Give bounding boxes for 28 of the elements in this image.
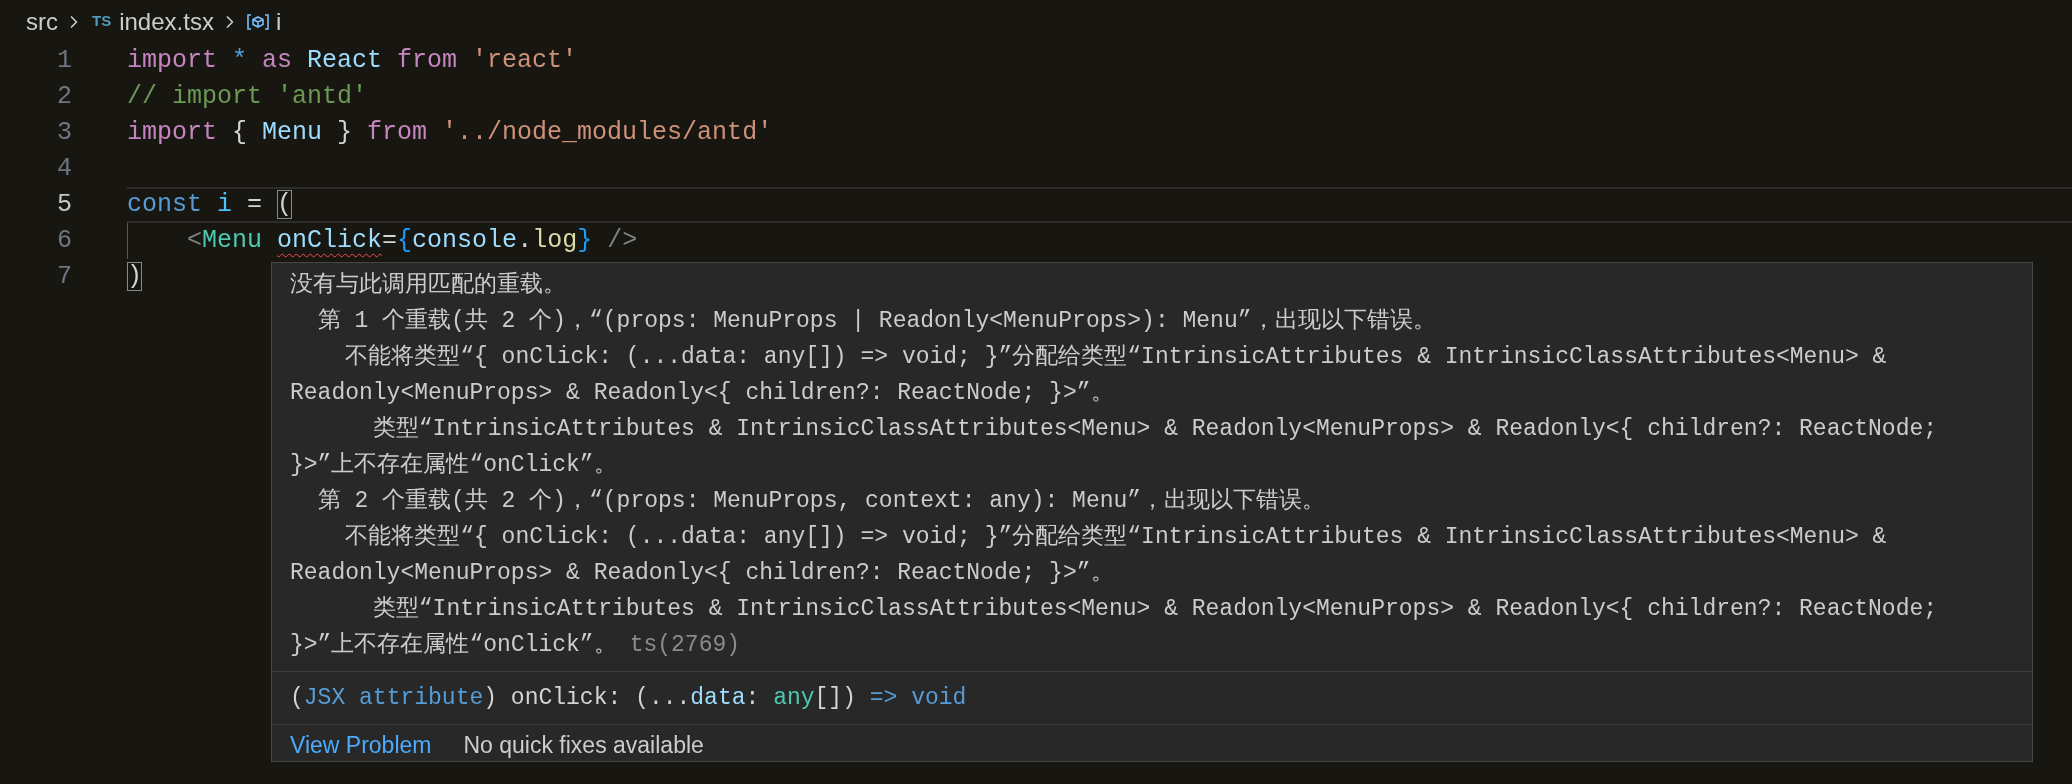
line-number: 4 [56,153,72,186]
line-number: 2 [56,81,72,114]
code-line: // import 'antd' [127,81,368,113]
no-quick-fixes-label: No quick fixes available [463,731,704,761]
error-message: 第 1 个重载(共 2 个)，“(props: MenuProps | Readonly<MenuProps>): Menu”，出现以下错误。 [317,308,1436,334]
code-line: <Menu onClick={console.log} /> [187,225,638,257]
error-message: 类型“IntrinsicAttributes & IntrinsicClassAttributes<Menu> & Readonly<MenuProps> & Readonly<{ children?: ReactNode; }>”上不存在属性“onClick”。 ts(2769) [290,595,1939,660]
line-number: 1 [56,45,72,78]
line-number: 6 [56,225,72,258]
code-line: ) [127,261,142,293]
typescript-file-icon: TS [90,10,114,33]
error-message: 不能将类型“{ onClick: (...data: any[]) => void; }”分配给类型“IntrinsicAttributes & IntrinsicClassAttributes<Menu> & Readonly<MenuProps> & Readonly<{ children?: ReactNode; }>”。 [290,344,1888,406]
view-problem-link[interactable]: View Problem [290,728,432,763]
code-line: const i = ( [127,189,293,221]
error-message: 第 2 个重载(共 2 个)，“(props: MenuProps, context: any): Menu”，出现以下错误。 [317,488,1326,514]
breadcrumb-symbol[interactable]: i [275,3,282,40]
code-line: import * as React from 'react' [127,45,578,77]
line-number: 7 [56,261,72,294]
variable-symbol-icon [245,11,270,32]
line-number: 5 [56,189,72,222]
error-message: 不能将类型“{ onClick: (...data: any[]) => void; }”分配给类型“IntrinsicAttributes & IntrinsicClassAttributes<Menu> & Readonly<MenuProps> & Readonly<{ children?: ReactNode; }>”。 [290,524,1888,586]
type-signature: (JSX attribute) onClick: (...data: any[]) => void [290,685,967,711]
breadcrumb-file[interactable]: index.tsx [119,3,214,40]
error-message: 没有与此调用匹配的重载。 [290,272,566,298]
line-number: 3 [56,117,72,150]
breadcrumb-folder[interactable]: src [26,3,58,40]
error-message: 类型“IntrinsicAttributes & IntrinsicClassAttributes<Menu> & Readonly<MenuProps> & Readonly<{ children?: ReactNode; }>”上不存在属性“onClick”。 [290,416,1939,478]
code-line: import { Menu } from '../node_modules/antd' [127,117,773,149]
